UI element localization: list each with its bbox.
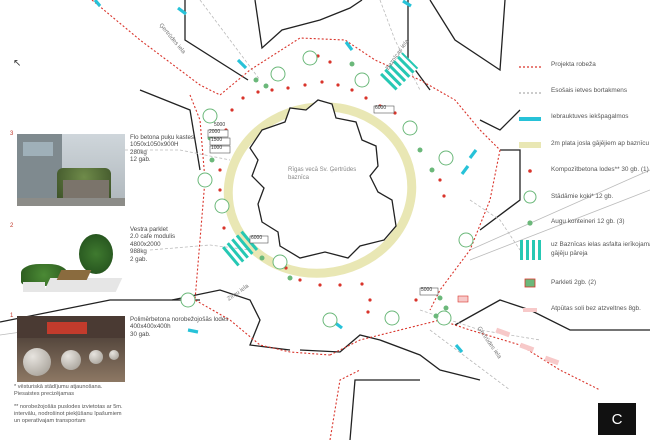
dim-label: 1000 (211, 145, 223, 151)
legend-label: Parkleti 2gb. (2) (551, 279, 597, 286)
legend-label: Stādāmie koki* 12 gb. (551, 193, 614, 200)
dim-label: 5000 (421, 287, 433, 293)
legend-label: Augu konteineri 12 gb. (3) (551, 218, 625, 225)
note-historic-planting: * vēsturiskā stādījumu atjaunošana. Pies… (14, 384, 103, 397)
bench-icon (523, 308, 537, 312)
project-boundary-icon (519, 66, 541, 68)
legend-label: 2m plata josla gājējiem ap baznīcu (551, 140, 650, 147)
item-number: 3 (10, 131, 14, 137)
mouse-cursor-icon: ↖ (13, 58, 22, 69)
bollard-photo (17, 316, 125, 382)
note-bollards: ** norobežojošās puslodes izvietotas ar … (14, 404, 123, 424)
entrance-bar-icon (519, 117, 541, 121)
item-description: Vestra parklet 2.0 cafe modulis 4800x200… (130, 226, 176, 263)
legend-label: Esošais ietves bortakmens (551, 87, 628, 94)
tree-icon (523, 190, 537, 204)
item-description: Flo betona puķu kastes 1050x1050x900H 28… (130, 134, 194, 164)
parklets (457, 295, 560, 366)
legend-label: Kompozītbetona lodes** 30 gb. (1) (551, 166, 649, 173)
section-badge: C (598, 403, 636, 435)
dim-label: 5000 (214, 122, 226, 128)
dim-label: 1500 (211, 137, 223, 143)
item-number: 1 (10, 313, 14, 319)
legend-label: Iebrauktuves iekšpagalmos (551, 113, 629, 120)
flower-box-photo (17, 134, 125, 206)
dim-label: 2000 (209, 129, 221, 135)
item-description: Polimērbetona norobežojošās lodes 400x40… (130, 316, 229, 338)
legend-label: uz Baznīcas ielas asfalta ierīkojamā gāj… (551, 241, 650, 257)
legend-label: Projekta robeža (551, 61, 596, 68)
crosswalk-icon (520, 240, 541, 260)
section-badge-letter: C (611, 411, 623, 428)
church-label: Rīgas vecā Sv. Ģertrūdes baznīca (288, 167, 357, 181)
plant-container-icon (527, 220, 533, 226)
legend-label: Atpūtas soli bez atzveltnes 8gb. (551, 305, 641, 312)
pedestrian-band-icon (519, 142, 541, 148)
dim-label: 6000 (251, 235, 263, 241)
parklet-icon (524, 278, 536, 288)
item-number: 2 (10, 223, 14, 229)
existing-curb-icon (519, 92, 541, 94)
bollard-dot-icon (528, 169, 532, 173)
parklet-photo (17, 226, 125, 298)
dim-label: 6000 (375, 105, 387, 111)
